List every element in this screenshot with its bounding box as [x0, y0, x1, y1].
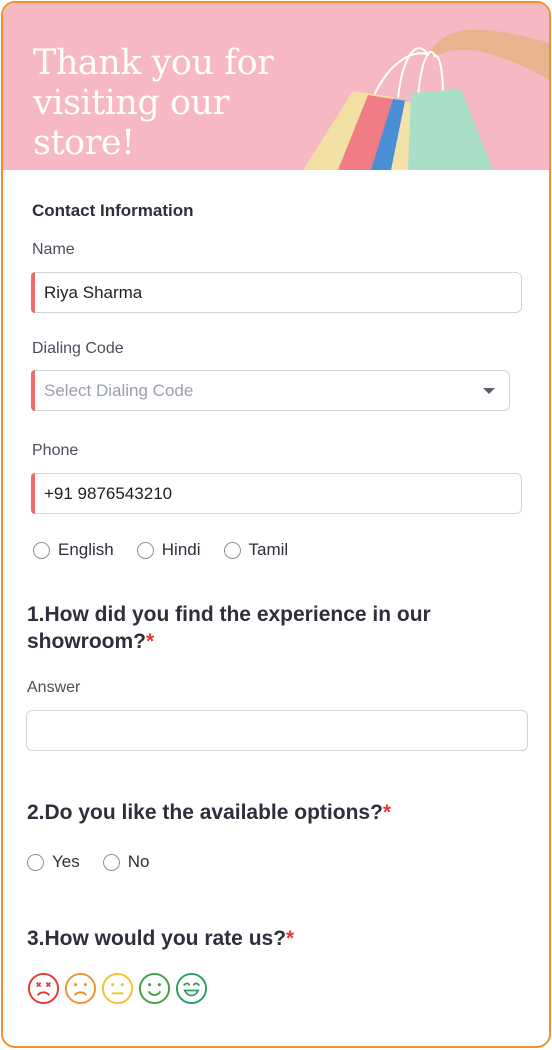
dialing-code-placeholder: Select Dialing Code — [44, 380, 194, 400]
rating-scale — [27, 972, 212, 1005]
language-option-english[interactable]: English — [33, 540, 114, 560]
dialing-code-label: Dialing Code — [32, 340, 124, 357]
language-option-label: Hindi — [161, 540, 201, 559]
radio-button[interactable] — [102, 853, 120, 871]
radio-button[interactable] — [27, 853, 44, 871]
unhappy-face-icon[interactable] — [64, 972, 97, 1005]
required-mark: * — [286, 927, 295, 950]
radio-button[interactable] — [223, 541, 241, 559]
very-happy-face-icon[interactable] — [175, 972, 208, 1005]
required-mark: * — [146, 630, 155, 653]
shopping-bags-illustration — [303, 29, 549, 170]
question-1-text: 1.How did you find the experience in our… — [27, 603, 431, 653]
header-banner: Thank you for visiting our store! — [3, 3, 549, 170]
option-yes[interactable]: Yes — [27, 852, 80, 872]
radio-button[interactable] — [33, 541, 50, 559]
phone-field[interactable]: +91 9876543210 — [31, 473, 522, 514]
answer-input[interactable] — [26, 710, 528, 751]
option-label: No — [127, 852, 150, 871]
question-2-text: 2.Do you like the available options? — [27, 801, 383, 824]
very-unhappy-face-icon[interactable] — [27, 972, 60, 1005]
question-3-text: 3.How would you rate us? — [27, 927, 287, 950]
question-3: 3.How would you rate us?* — [27, 925, 294, 952]
language-option-label: English — [58, 540, 114, 559]
radio-button[interactable] — [136, 541, 154, 559]
name-field[interactable]: Riya Sharma — [31, 272, 522, 313]
happy-face-icon[interactable] — [138, 972, 171, 1005]
language-option-hindi[interactable]: Hindi — [136, 540, 201, 560]
option-no[interactable]: No — [102, 852, 150, 872]
banner-title: Thank you for visiting our store! — [33, 43, 274, 163]
required-mark: * — [382, 801, 392, 824]
name-value: Riya Sharma — [44, 282, 143, 302]
options-radio-group: Yes No — [27, 852, 149, 872]
language-option-label: Tamil — [248, 540, 289, 559]
contact-section-title: Contact Information — [32, 201, 194, 220]
neutral-face-icon[interactable] — [101, 972, 134, 1005]
name-label: Name — [32, 241, 75, 258]
language-option-tamil[interactable]: Tamil — [223, 540, 289, 560]
option-label: Yes — [52, 852, 80, 871]
phone-value: +91 9876543210 — [44, 483, 173, 503]
question-2: 2.Do you like the available options?* — [27, 799, 391, 826]
phone-label: Phone — [32, 442, 79, 459]
answer-label: Answer — [27, 679, 81, 696]
chevron-down-icon — [483, 388, 495, 394]
feedback-form-card: Thank you for visiting our store! Contac… — [1, 1, 551, 1048]
question-1: 1.How did you find the experience in our… — [27, 601, 497, 655]
dialing-code-select[interactable]: Select Dialing Code — [31, 370, 510, 411]
language-radio-group: English Hindi Tamil — [33, 540, 288, 560]
